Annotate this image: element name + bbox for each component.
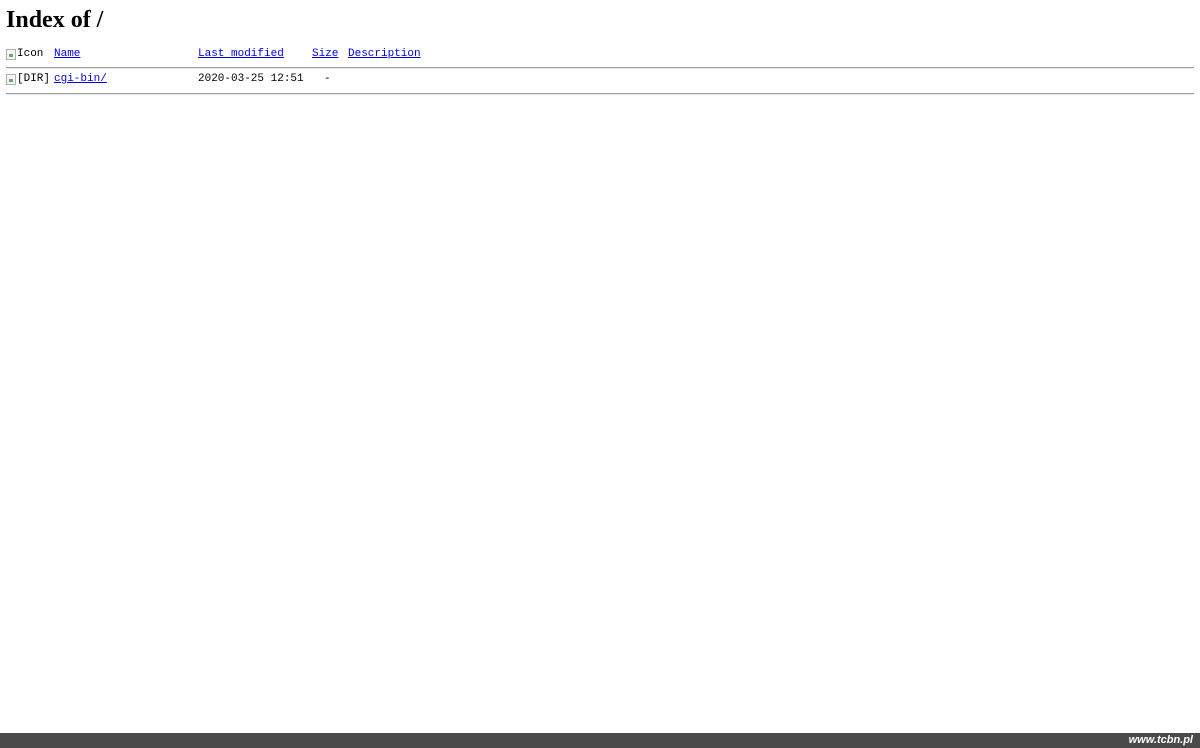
entry-icon-alt-text: [DIR] [17, 73, 51, 85]
footer-divider [6, 93, 1194, 95]
footer-bar: www.tcbn.pl [0, 733, 1200, 748]
directory-listing: Icon Name Last modified Size Description… [6, 46, 1194, 97]
entry-last-modified: 2020-03-25 12:51 [198, 73, 304, 85]
folder-icon [6, 74, 16, 85]
header-divider [6, 67, 1194, 69]
sort-by-last-modified-link[interactable]: Last modified [198, 48, 284, 60]
header-icon-image: Icon [6, 48, 43, 61]
entry-name-link[interactable]: cgi-bin/ [54, 73, 107, 85]
header-icon-alt-text: Icon [17, 48, 44, 60]
page-title: Index of / [6, 7, 104, 33]
sort-by-name-link[interactable]: Name [54, 48, 80, 60]
entry-size: - [324, 73, 331, 85]
footer-brand-text: www.tcbn.pl [1128, 734, 1193, 746]
broken-image-icon [6, 49, 16, 60]
entry-icon-image: [DIR] [6, 73, 50, 86]
listing-header-row: Icon Name Last modified Size Description [6, 46, 1194, 65]
sort-by-description-link[interactable]: Description [348, 48, 421, 60]
sort-by-size-link[interactable]: Size [312, 48, 338, 60]
listing-row: [DIR] cgi-bin/ 2020-03-25 12:51 - [6, 71, 1194, 91]
